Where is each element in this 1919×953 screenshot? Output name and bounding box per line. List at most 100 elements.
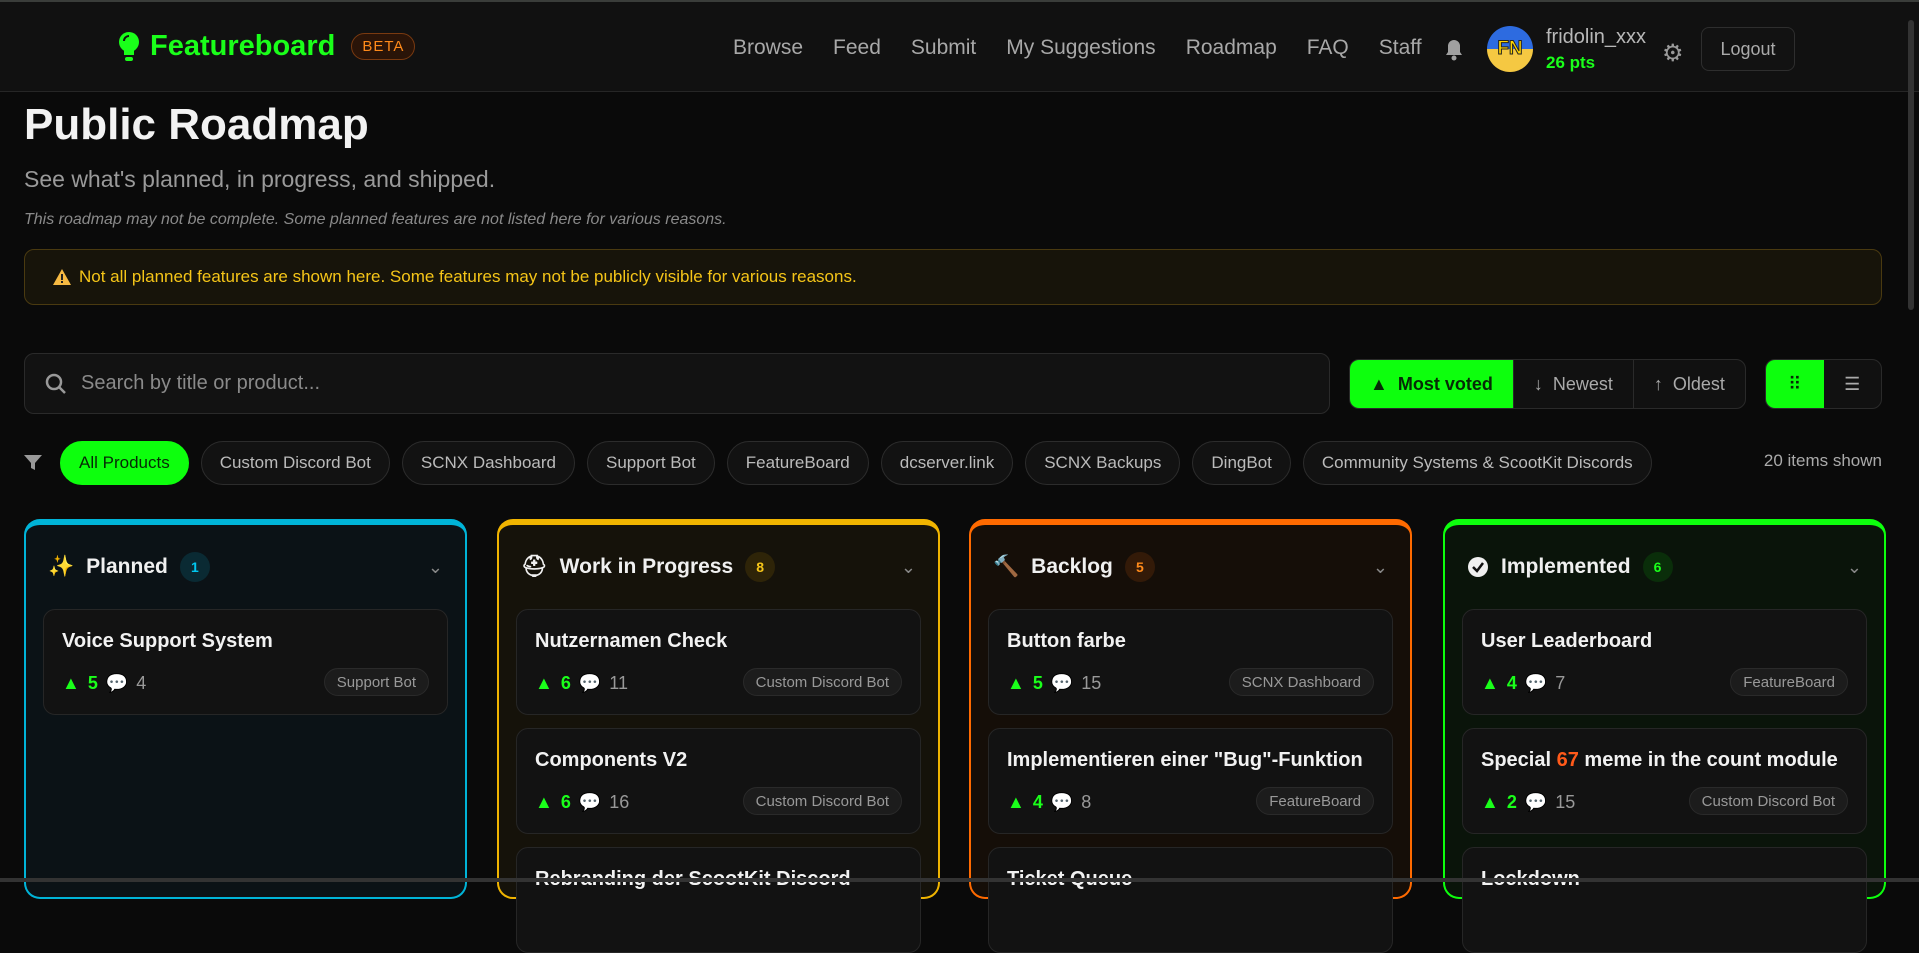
product-tag: Support Bot bbox=[323, 668, 429, 696]
search-input[interactable] bbox=[81, 372, 1281, 395]
roadmap-card[interactable]: Lockdown bbox=[1462, 847, 1867, 953]
chip-support-bot[interactable]: Support Bot bbox=[587, 440, 715, 485]
nav-my-suggestions[interactable]: My Suggestions bbox=[1006, 36, 1155, 60]
upvote-icon[interactable]: ▲ bbox=[1007, 792, 1025, 813]
roadmap-card[interactable]: User Leaderboard ▲ 4 💬 7 FeatureBoard bbox=[1462, 609, 1867, 715]
gear-icon[interactable]: ⚙ bbox=[1662, 39, 1684, 68]
page-scrollbar[interactable] bbox=[1908, 20, 1914, 310]
vote-count: 4 bbox=[1506, 673, 1517, 693]
upvote-icon[interactable]: ▲ bbox=[1007, 673, 1025, 694]
chip-custom-discord-bot[interactable]: Custom Discord Bot bbox=[200, 440, 390, 485]
column-count: 8 bbox=[745, 552, 776, 582]
chip-dcserver-link[interactable]: dcserver.link bbox=[880, 440, 1014, 485]
product-tag: SCNX Dashboard bbox=[1228, 668, 1374, 696]
logout-button[interactable]: Logout bbox=[1701, 27, 1795, 71]
comment-count: 16 bbox=[609, 792, 630, 812]
chip-featureboard[interactable]: FeatureBoard bbox=[726, 440, 869, 485]
chip-dingbot[interactable]: DingBot bbox=[1192, 440, 1291, 485]
chevron-down-icon[interactable]: ⌄ bbox=[901, 557, 916, 578]
beta-badge: BETA bbox=[351, 33, 416, 60]
hammer-icon: 🔨 bbox=[993, 555, 1020, 578]
card-meta: ▲ 6 💬 16 bbox=[535, 792, 629, 813]
column-header[interactable]: Implemented 6 ⌄ bbox=[1445, 525, 1884, 609]
product-filters: All Products Custom Discord Bot SCNX Das… bbox=[24, 440, 1652, 485]
card-title: Special 67 meme in the count module bbox=[1481, 749, 1848, 772]
title-text: Special bbox=[1481, 749, 1557, 771]
chevron-down-icon[interactable]: ⌄ bbox=[1373, 557, 1388, 578]
column-count: 6 bbox=[1642, 552, 1673, 582]
filter-icon bbox=[24, 454, 42, 470]
roadmap-card[interactable]: Special 67 meme in the count module ▲ 2 💬 1… bbox=[1462, 728, 1867, 834]
card-meta: ▲ 6 💬 11 bbox=[535, 673, 628, 694]
comment-count: 7 bbox=[1555, 673, 1566, 693]
upvote-icon[interactable]: ▲ bbox=[1481, 792, 1499, 813]
nav-roadmap[interactable]: Roadmap bbox=[1186, 36, 1277, 60]
roadmap-card[interactable]: Ticket Queue bbox=[988, 847, 1393, 953]
nav-staff[interactable]: Staff bbox=[1379, 36, 1422, 60]
column-backlog: 🔨 Backlog 5 ⌄ Button farbe ▲ 5 💬 15 SCNX Da… bbox=[969, 519, 1412, 953]
nav-submit[interactable]: Submit bbox=[911, 36, 976, 60]
grid-icon: ⠿ bbox=[1788, 373, 1802, 394]
card-title: Button farbe bbox=[1007, 630, 1126, 652]
card-title: Components V2 bbox=[535, 749, 688, 771]
chip-scnx-backups[interactable]: SCNX Backups bbox=[1025, 440, 1181, 485]
column-header[interactable]: 🔨 Backlog 5 ⌄ bbox=[971, 525, 1410, 609]
comment-icon: 💬 bbox=[578, 792, 602, 812]
sort-oldest[interactable]: ↑ Oldest bbox=[1634, 360, 1745, 408]
column-title: Implemented bbox=[1501, 555, 1631, 578]
list-view-button[interactable]: ☰ bbox=[1824, 360, 1882, 408]
sort-label: Oldest bbox=[1672, 373, 1725, 394]
nav-feed[interactable]: Feed bbox=[833, 36, 881, 60]
user-info[interactable]: fridolin_xxx 26 pts bbox=[1546, 26, 1646, 73]
roadmap-card[interactable]: Components V2 ▲ 6 💬 16 Custom Discord Bot bbox=[516, 728, 921, 834]
roadmap-card[interactable]: Button farbe ▲ 5 💬 15 SCNX Dashboard bbox=[988, 609, 1393, 715]
roadmap-card[interactable]: Implementieren einer "Bug"-Funktion ▲ 4 💬 8… bbox=[988, 728, 1393, 834]
title-text: meme in the count module bbox=[1578, 749, 1838, 771]
user-points: 26 pts bbox=[1546, 53, 1596, 72]
card-meta: ▲ 4 💬 7 bbox=[1481, 673, 1565, 694]
vote-count: 6 bbox=[560, 792, 571, 812]
comment-count: 15 bbox=[1081, 673, 1102, 693]
bell-icon[interactable] bbox=[1444, 38, 1464, 62]
username: fridolin_xxx bbox=[1546, 26, 1647, 48]
upvote-icon[interactable]: ▲ bbox=[62, 673, 80, 694]
nav-browse[interactable]: Browse bbox=[733, 36, 803, 60]
upvote-icon[interactable]: ▲ bbox=[1481, 673, 1499, 694]
card-title: Voice Support System bbox=[62, 630, 273, 652]
column-header[interactable]: ✨ Planned 1 ⌄ bbox=[26, 525, 465, 609]
product-tag: Custom Discord Bot bbox=[1688, 787, 1848, 815]
grid-view-button[interactable]: ⠿ bbox=[1766, 360, 1824, 408]
comment-icon: 💬 bbox=[1524, 673, 1548, 693]
roadmap-card[interactable]: Voice Support System ▲ 5 💬 4 Support Bot bbox=[43, 609, 448, 715]
items-shown-count: 20 items shown bbox=[1763, 451, 1882, 470]
column-count: 1 bbox=[179, 552, 210, 582]
chip-community-systems[interactable]: Community Systems & ScootKit Discords bbox=[1302, 440, 1652, 485]
vote-count: 2 bbox=[1506, 792, 1517, 812]
page-subtitle: See what's planned, in progress, and shi… bbox=[24, 166, 496, 192]
chip-all-products[interactable]: All Products bbox=[60, 440, 189, 485]
sort-newest[interactable]: ↓ Newest bbox=[1514, 360, 1634, 408]
title-highlight: 67 bbox=[1556, 749, 1579, 771]
roadmap-card[interactable]: Rebranding der ScootKit Discord- bbox=[516, 847, 921, 953]
chevron-down-icon[interactable]: ⌄ bbox=[428, 557, 443, 578]
chip-scnx-dashboard[interactable]: SCNX Dashboard bbox=[401, 440, 575, 485]
upvote-icon[interactable]: ▲ bbox=[535, 792, 553, 813]
list-icon: ☰ bbox=[1844, 373, 1861, 394]
warning-text: Not all planned features are shown here.… bbox=[79, 267, 857, 286]
column-implemented: Implemented 6 ⌄ User Leaderboard ▲ 4 💬 7 Fe… bbox=[1443, 519, 1886, 953]
card-meta: ▲ 5 💬 15 bbox=[1007, 673, 1101, 694]
brand-logo[interactable]: Featureboard BETA bbox=[118, 30, 416, 63]
avatar[interactable]: FN bbox=[1487, 26, 1533, 72]
page-note: This roadmap may not be complete. Some p… bbox=[24, 211, 727, 228]
card-meta: ▲ 2 💬 15 bbox=[1481, 792, 1575, 813]
roadmap-card[interactable]: Nutzernamen Check ▲ 6 💬 11 Custom Discord B… bbox=[516, 609, 921, 715]
column-header[interactable]: ⛑ Work in Progress 8 ⌄ bbox=[499, 525, 938, 609]
search-box[interactable] bbox=[24, 353, 1330, 414]
upvote-icon[interactable]: ▲ bbox=[535, 673, 553, 694]
card-meta: ▲ 4 💬 8 bbox=[1007, 792, 1091, 813]
nav-faq[interactable]: FAQ bbox=[1307, 36, 1349, 60]
comment-count: 15 bbox=[1555, 792, 1576, 812]
sort-most-voted[interactable]: ▲ Most voted bbox=[1350, 360, 1514, 408]
chevron-down-icon[interactable]: ⌄ bbox=[1847, 557, 1862, 578]
arrow-down-icon: ↓ bbox=[1533, 373, 1543, 394]
